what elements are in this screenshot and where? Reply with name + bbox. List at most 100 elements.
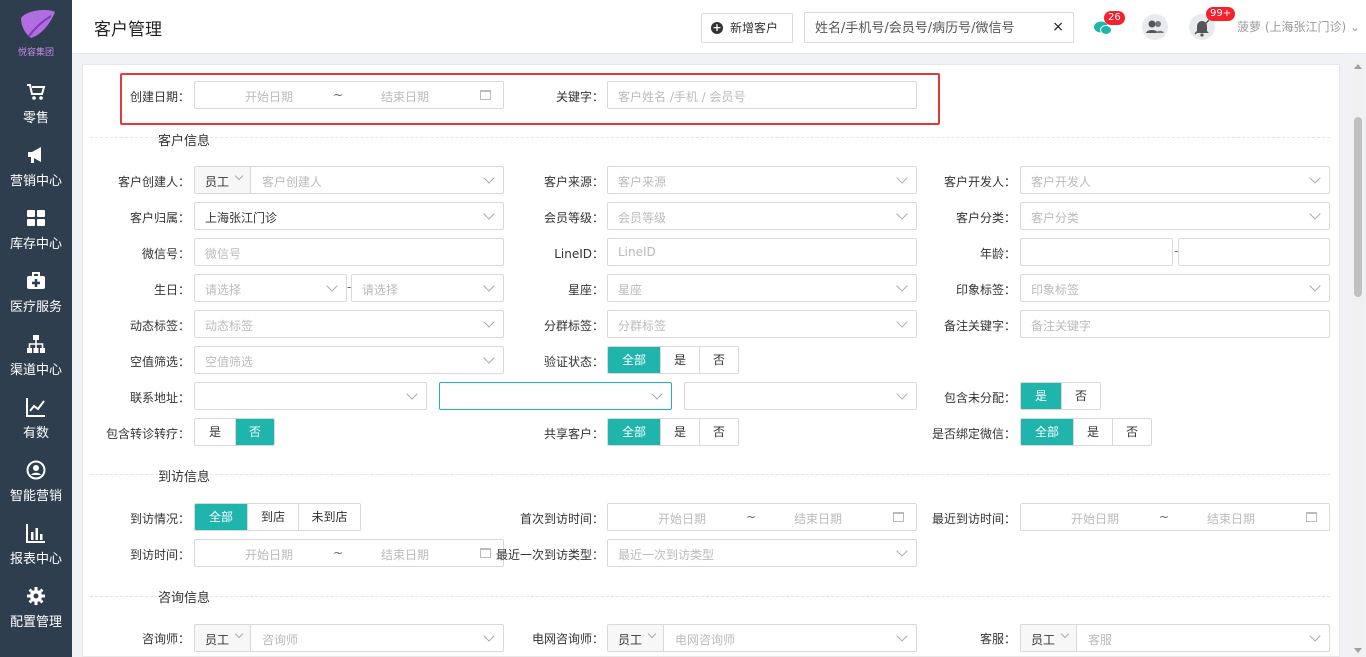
chevron-down-icon [896, 388, 908, 400]
sidebar-item-label: 库存中心 [9, 237, 62, 252]
impression-label: 印象标签： [955, 283, 1016, 297]
visit-time-date-range[interactable]: 开始日期 ~ 结束日期 [194, 539, 504, 567]
chevron-down-icon [896, 208, 908, 220]
creator-select[interactable]: 员工 客户创建人 [194, 166, 504, 194]
unassigned-option-no[interactable]: 否 [1061, 383, 1100, 409]
birthday-month-select[interactable]: 请选择 [194, 274, 347, 302]
recent-visit-type-select[interactable]: 最近一次到访类型 [607, 539, 917, 567]
level-select[interactable]: 会员等级 [607, 202, 917, 230]
birthday-day-select[interactable]: 请选择 [351, 274, 504, 302]
sidebar-item-medical[interactable]: 医疗服务 [0, 263, 72, 325]
visit-option-arrived[interactable]: 到店 [247, 504, 298, 530]
lineid-placeholder: LineID [618, 245, 656, 259]
service-type-select[interactable]: 员工 [1021, 625, 1077, 651]
online-consultant-type-select[interactable]: 员工 [608, 625, 664, 651]
category-select[interactable]: 客户分类 [1020, 202, 1330, 230]
verify-option-all[interactable]: 全部 [608, 347, 660, 373]
age-max-input[interactable] [1178, 238, 1330, 266]
unassigned-toggle: 是 否 [1020, 382, 1101, 410]
visit-option-not-arrived[interactable]: 未到店 [298, 504, 360, 530]
sidebar-item-channel[interactable]: 渠道中心 [0, 326, 72, 388]
transfer-option-no[interactable]: 否 [235, 419, 274, 445]
start-date-placeholder: 开始日期 [1071, 512, 1120, 526]
service-select[interactable]: 员工 客服 [1020, 624, 1330, 652]
sidebar-item-smart-marketing[interactable]: 智能营销 [0, 452, 72, 514]
visit-status-toggle: 全部 到店 未到店 [194, 503, 361, 531]
address-district-select[interactable] [684, 382, 917, 410]
belong-select[interactable]: 上海张江门诊 [194, 202, 504, 230]
verify-option-yes[interactable]: 是 [660, 347, 699, 373]
chevron-down-icon [483, 316, 495, 328]
creator-type-select[interactable]: 员工 [195, 167, 251, 193]
global-search-input[interactable] [815, 18, 1043, 38]
empty-filter-select[interactable]: 空值筛选 [194, 346, 504, 374]
consultant-label: 咨询师： [141, 632, 190, 646]
address-province-select[interactable] [194, 382, 427, 410]
developer-select[interactable]: 客户开发人 [1020, 166, 1330, 194]
team-button[interactable] [1142, 14, 1168, 40]
bar-chart-icon [26, 524, 45, 543]
sidebar-item-inventory[interactable]: 库存中心 [0, 200, 72, 262]
sidebar-item-config[interactable]: 配置管理 [0, 578, 72, 640]
bind-option-yes[interactable]: 是 [1073, 419, 1112, 445]
birthday-label: 生日： [153, 283, 190, 297]
sidebar-item-marketing[interactable]: 营销中心 [0, 137, 72, 199]
age-min-input[interactable] [1020, 238, 1173, 266]
lineid-input[interactable]: LineID [607, 238, 917, 266]
wechat-label: 微信号： [141, 247, 190, 261]
recent-visit-date-range[interactable]: 开始日期 ~ 结束日期 [1020, 503, 1330, 531]
chevron-down-icon [896, 172, 908, 184]
sidebar-item-reports[interactable]: 报表中心 [0, 515, 72, 577]
verify-option-no[interactable]: 否 [699, 347, 738, 373]
creator-placeholder: 客户创建人 [262, 175, 323, 189]
chevron-down-icon [896, 630, 908, 642]
address-city-select[interactable] [439, 382, 672, 410]
shared-option-no[interactable]: 否 [699, 419, 738, 445]
user-circle-icon [26, 460, 46, 480]
add-customer-button[interactable]: + 新增客户 [701, 13, 793, 43]
online-consultant-select[interactable]: 员工 电网咨询师 [607, 624, 917, 652]
add-customer-label: 新增客户 [730, 21, 779, 35]
impression-select[interactable]: 印象标签 [1020, 274, 1330, 302]
birthday-placeholder: 请选择 [362, 283, 399, 297]
scrollbar[interactable] [1351, 60, 1365, 657]
transfer-toggle: 是 否 [194, 418, 275, 446]
sidebar-item-retail[interactable]: 零售 [0, 74, 72, 136]
sidebar-item-data[interactable]: 有数 [0, 389, 72, 451]
dynamic-tag-select[interactable]: 动态标签 [194, 310, 504, 338]
bind-option-no[interactable]: 否 [1112, 419, 1151, 445]
user-menu[interactable]: 菠萝 (上海张江门诊) ⌄ [1237, 18, 1360, 35]
date-separator: ~ [1159, 510, 1170, 524]
remark-input[interactable]: 备注关键字 [1020, 310, 1330, 338]
section-title-consult: 咨询信息 [158, 591, 211, 606]
bind-option-all[interactable]: 全部 [1021, 419, 1073, 445]
creator-label: 客户创建人： [117, 175, 190, 189]
shared-option-all[interactable]: 全部 [608, 419, 660, 445]
consultant-select[interactable]: 员工 咨询师 [194, 624, 504, 652]
logo[interactable]: 悦容集团 [0, 0, 72, 62]
scroll-down-arrow[interactable] [1354, 648, 1362, 653]
consultant-type-select[interactable]: 员工 [195, 625, 251, 651]
first-visit-date-range[interactable]: 开始日期 ~ 结束日期 [607, 503, 917, 531]
close-icon[interactable]: × [1052, 19, 1064, 35]
scroll-thumb[interactable] [1354, 117, 1362, 297]
zodiac-select[interactable]: 星座 [607, 274, 917, 302]
shared-option-yes[interactable]: 是 [660, 419, 699, 445]
wechat-placeholder: 微信号 [205, 247, 242, 261]
section-title-visit: 到访信息 [158, 470, 211, 485]
scroll-up-arrow[interactable] [1354, 64, 1362, 69]
visit-option-all[interactable]: 全部 [195, 504, 247, 530]
chevron-down-icon [896, 316, 908, 328]
lineid-label: LineID： [554, 247, 604, 261]
shared-label: 共享客户： [543, 427, 604, 441]
wechat-input[interactable]: 微信号 [194, 238, 504, 266]
source-select[interactable]: 客户来源 [607, 166, 917, 194]
cart-icon [27, 84, 46, 100]
plus-icon: + [711, 21, 723, 34]
developer-placeholder: 客户开发人 [1031, 175, 1092, 189]
unassigned-option-yes[interactable]: 是 [1021, 383, 1061, 409]
grid-icon [27, 210, 45, 226]
transfer-option-yes[interactable]: 是 [195, 419, 235, 445]
group-tag-select[interactable]: 分群标签 [607, 310, 917, 338]
creator-type-value: 员工 [205, 175, 230, 189]
